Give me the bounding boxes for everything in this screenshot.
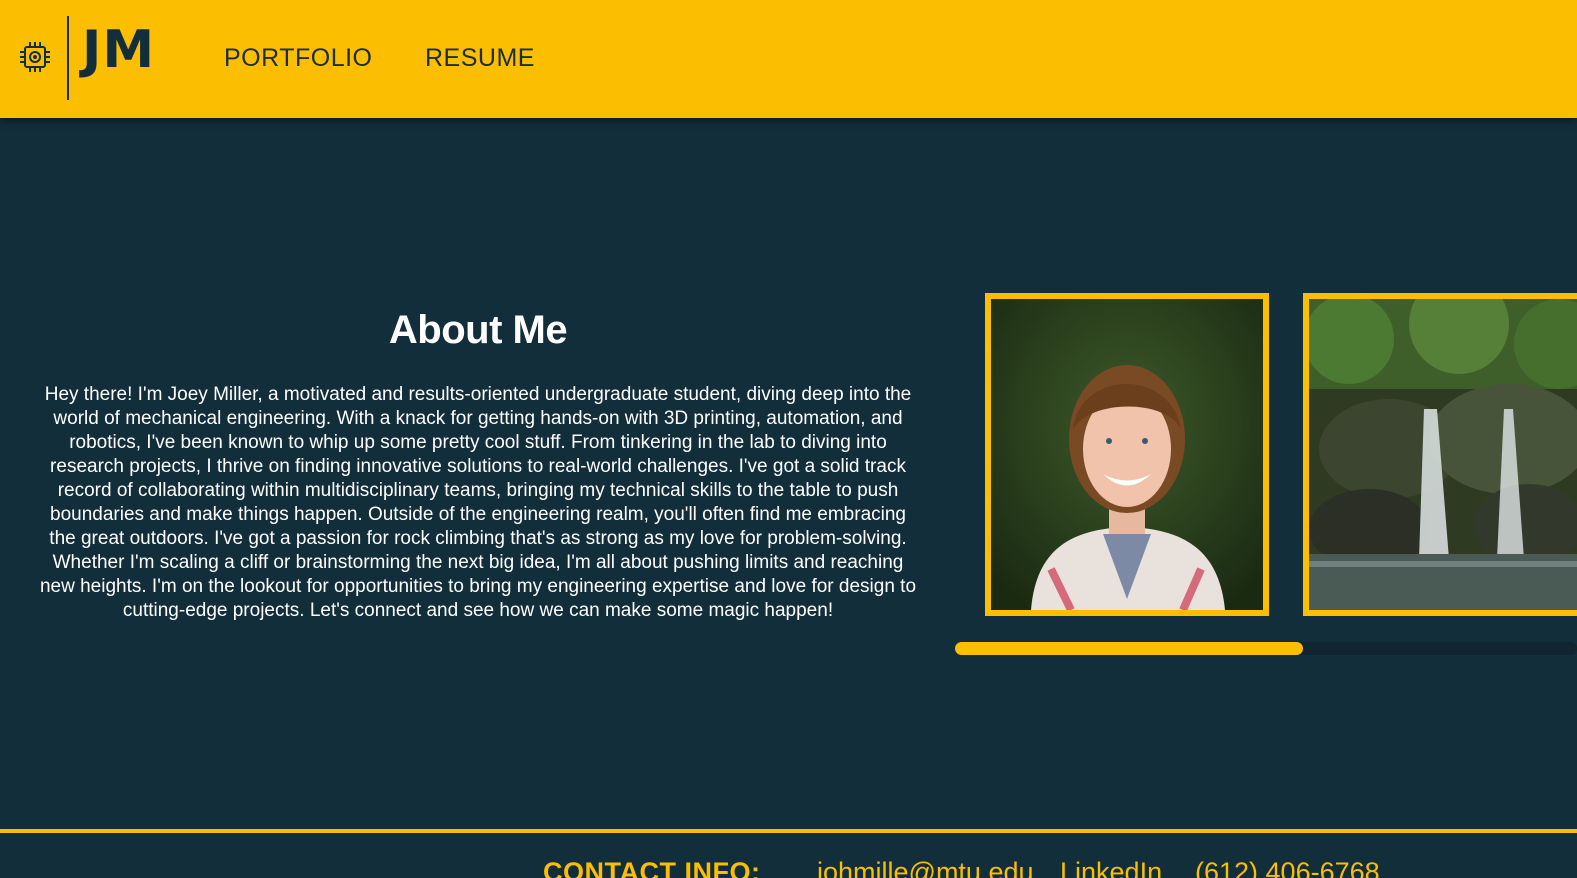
carousel-scrollbar-thumb[interactable] <box>955 642 1304 655</box>
site-footer: CONTACT INFO: johmille@mtu.edu LinkedIn … <box>0 833 1577 878</box>
logo-divider <box>67 16 69 100</box>
about-title: About Me <box>388 308 568 352</box>
logo-monogram[interactable]: JM <box>82 24 155 76</box>
contact-info-label: CONTACT INFO: <box>543 857 761 878</box>
email-link[interactable]: johmille@mtu.edu <box>817 857 1034 878</box>
phone-link[interactable]: (612) 406-6768 <box>1195 857 1380 878</box>
linkedin-link[interactable]: LinkedIn <box>1060 857 1162 878</box>
waterfall-photo <box>1303 293 1577 616</box>
photo-carousel[interactable] <box>955 290 1577 658</box>
about-paragraph: Hey there! I'm Joey Miller, a motivated … <box>39 384 917 621</box>
nav-portfolio-link[interactable]: PORTFOLIO <box>224 44 373 73</box>
nav-resume-link[interactable]: RESUME <box>425 44 535 73</box>
portrait-photo <box>985 293 1269 616</box>
chip-icon <box>20 42 50 72</box>
site-header: JM PORTFOLIO RESUME <box>0 0 1577 118</box>
